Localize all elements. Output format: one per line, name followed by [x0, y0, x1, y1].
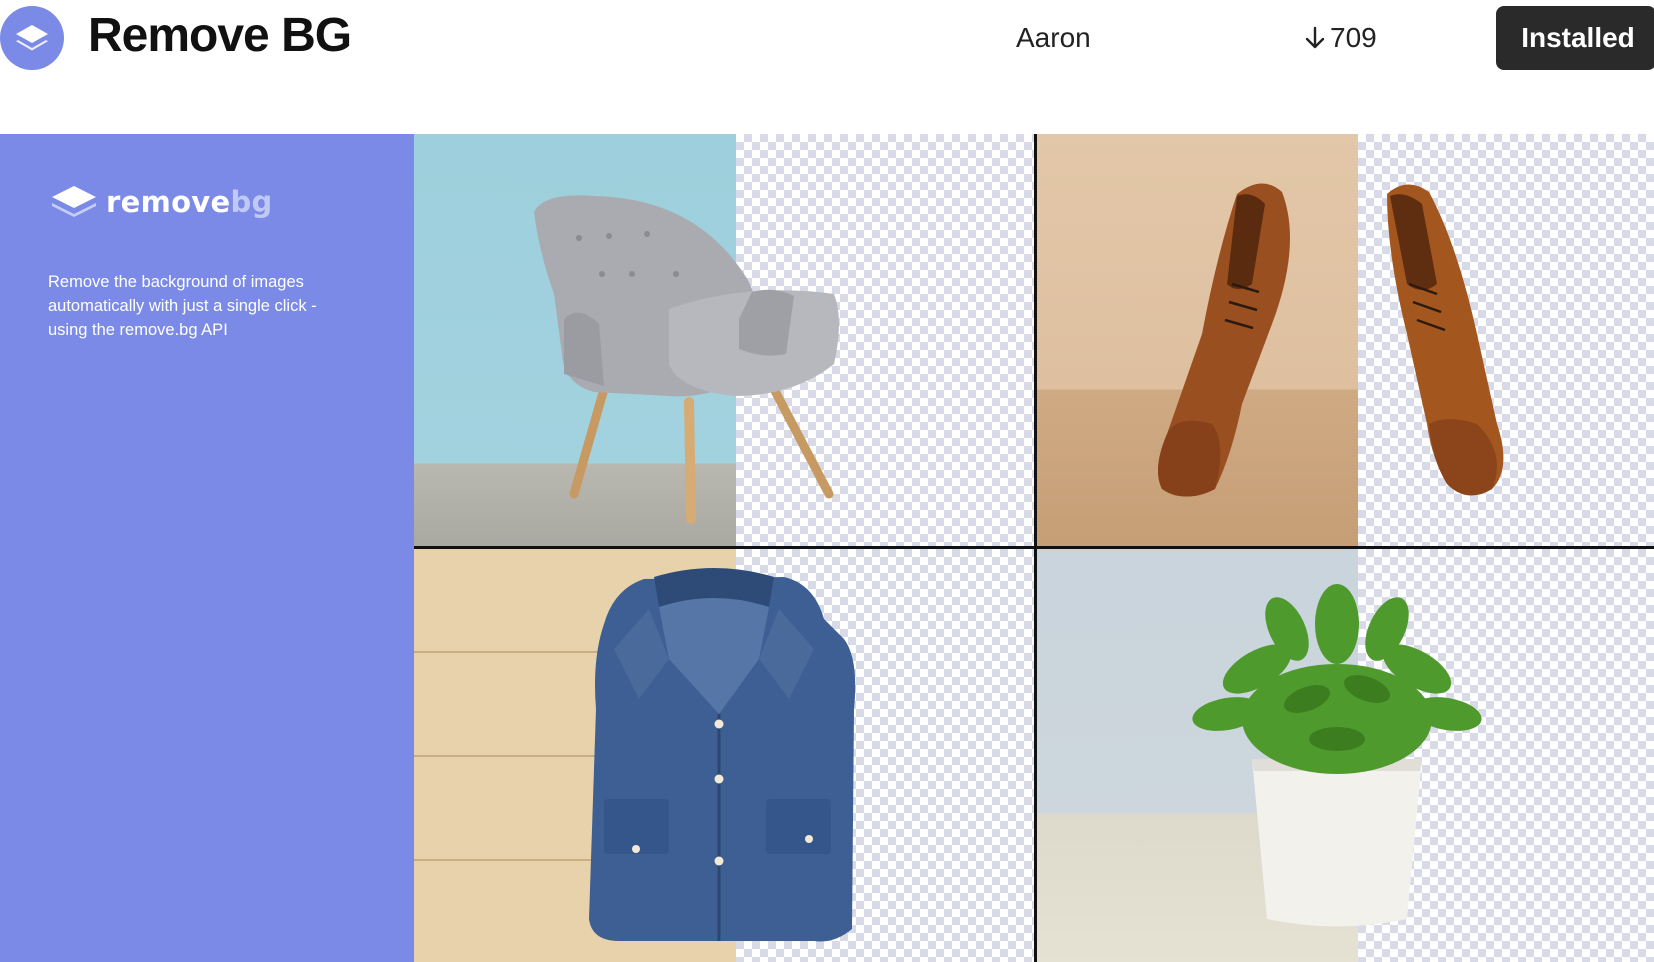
removebg-logo: removebg	[48, 182, 273, 222]
removebg-layers-icon	[52, 186, 96, 217]
example-potted-plant	[1037, 549, 1654, 962]
removebg-wordmark: removebg	[106, 185, 273, 219]
example-image-grid	[414, 134, 1654, 962]
download-count-value: 709	[1330, 22, 1377, 53]
installed-button[interactable]: Installed	[1496, 6, 1654, 70]
example-denim-shirt	[414, 549, 1034, 962]
plugin-header: Remove BG Aaron 709 Installed	[0, 0, 1654, 134]
example-armchair	[414, 134, 1034, 546]
plugin-banner: removebg Remove the background of images…	[0, 134, 1654, 962]
example-shoes	[1037, 134, 1654, 546]
download-count: 709	[1304, 20, 1377, 56]
promo-description: Remove the background of images automati…	[48, 273, 317, 339]
promo-panel: removebg Remove the background of images…	[0, 134, 414, 962]
arrow-down-icon	[1305, 26, 1325, 49]
plugin-title: Remove BG	[88, 9, 352, 62]
layers-icon	[0, 6, 64, 70]
author-link[interactable]: Aaron	[1016, 20, 1091, 56]
